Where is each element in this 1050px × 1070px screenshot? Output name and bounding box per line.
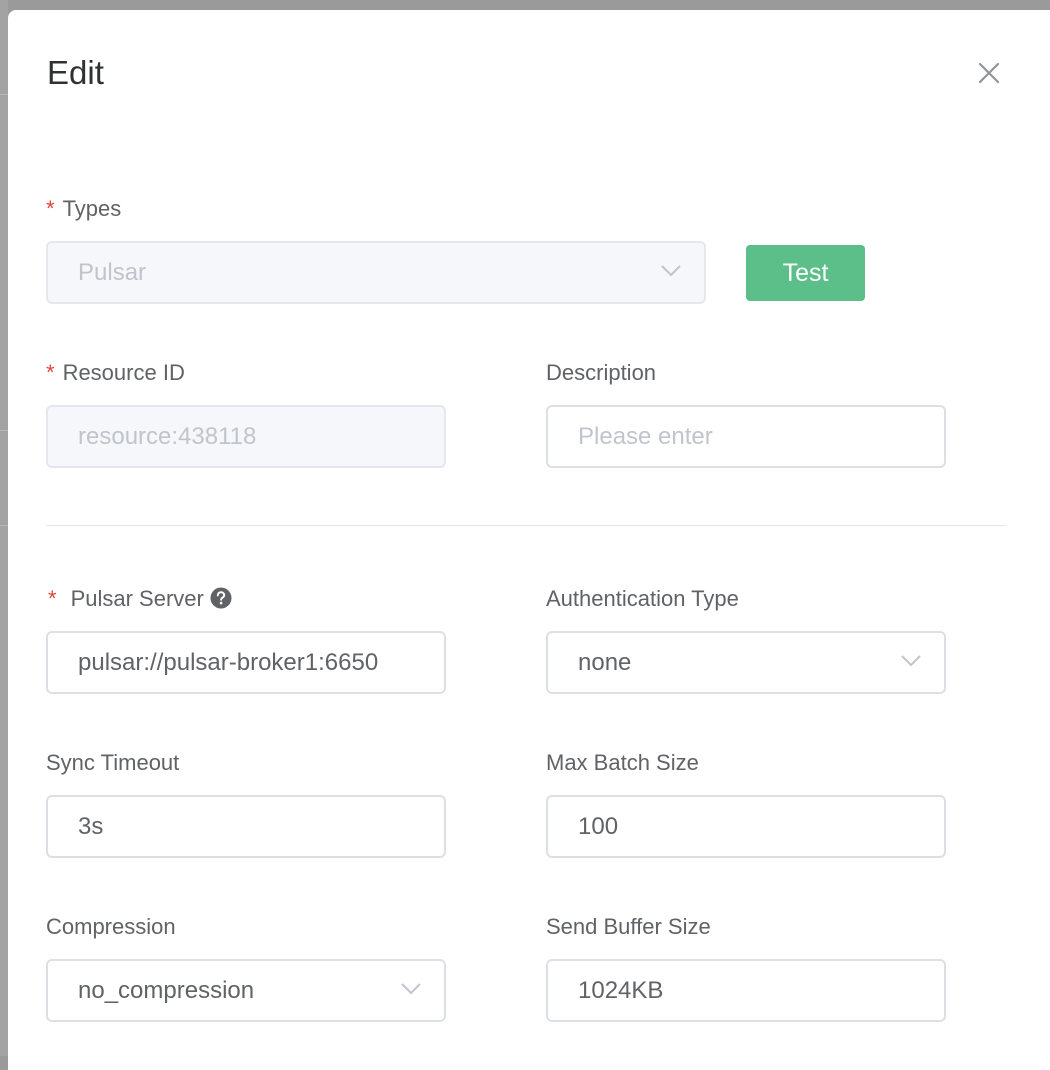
types-select[interactable]: Pulsar [46, 241, 706, 304]
description-label: Description [546, 360, 657, 385]
backdrop-divider [0, 525, 8, 526]
edit-dialog: Edit * Types Pulsar Test * Resource ID res… [8, 10, 1050, 1070]
backdrop-divider [0, 94, 8, 95]
pulsar-server-input[interactable]: pulsar://pulsar-broker1:6650 [46, 631, 446, 694]
dialog-title: Edit [47, 54, 104, 91]
send-buffer-size-input[interactable]: 1024KB [546, 959, 946, 1022]
compression-select-value: no_compression [78, 977, 255, 1004]
close-icon[interactable] [974, 58, 1004, 88]
required-asterisk: * [46, 360, 55, 385]
sync-timeout-input[interactable]: 3s [46, 795, 446, 858]
description-input[interactable]: Please enter [546, 405, 946, 468]
resource-id-label: * Resource ID [46, 360, 185, 385]
chevron-down-icon [901, 655, 921, 667]
pulsar-server-label: * Pulsar Server [48, 586, 232, 612]
test-button[interactable]: Test [746, 245, 865, 301]
resource-id-input[interactable]: resource:438118 [46, 405, 446, 468]
types-label: * Types [46, 196, 122, 221]
compression-label: Compression [46, 914, 176, 939]
auth-type-label: Authentication Type [546, 586, 739, 611]
compression-select[interactable]: no_compression [46, 959, 446, 1022]
types-select-value: Pulsar [78, 259, 147, 286]
send-buffer-size-label: Send Buffer Size [546, 914, 711, 939]
chevron-down-icon [401, 983, 421, 995]
max-batch-size-label: Max Batch Size [546, 750, 699, 775]
auth-type-select[interactable]: none [546, 631, 946, 694]
section-divider [46, 525, 1006, 526]
auth-type-select-value: none [578, 649, 632, 676]
backdrop-divider [0, 430, 8, 431]
sync-timeout-label: Sync Timeout [46, 750, 180, 775]
question-circle-icon[interactable] [210, 587, 232, 609]
chevron-down-icon [661, 265, 681, 277]
required-asterisk: * [46, 196, 55, 221]
max-batch-size-input[interactable]: 100 [546, 795, 946, 858]
required-asterisk: * [48, 586, 57, 611]
modal-backdrop [0, 0, 8, 1056]
